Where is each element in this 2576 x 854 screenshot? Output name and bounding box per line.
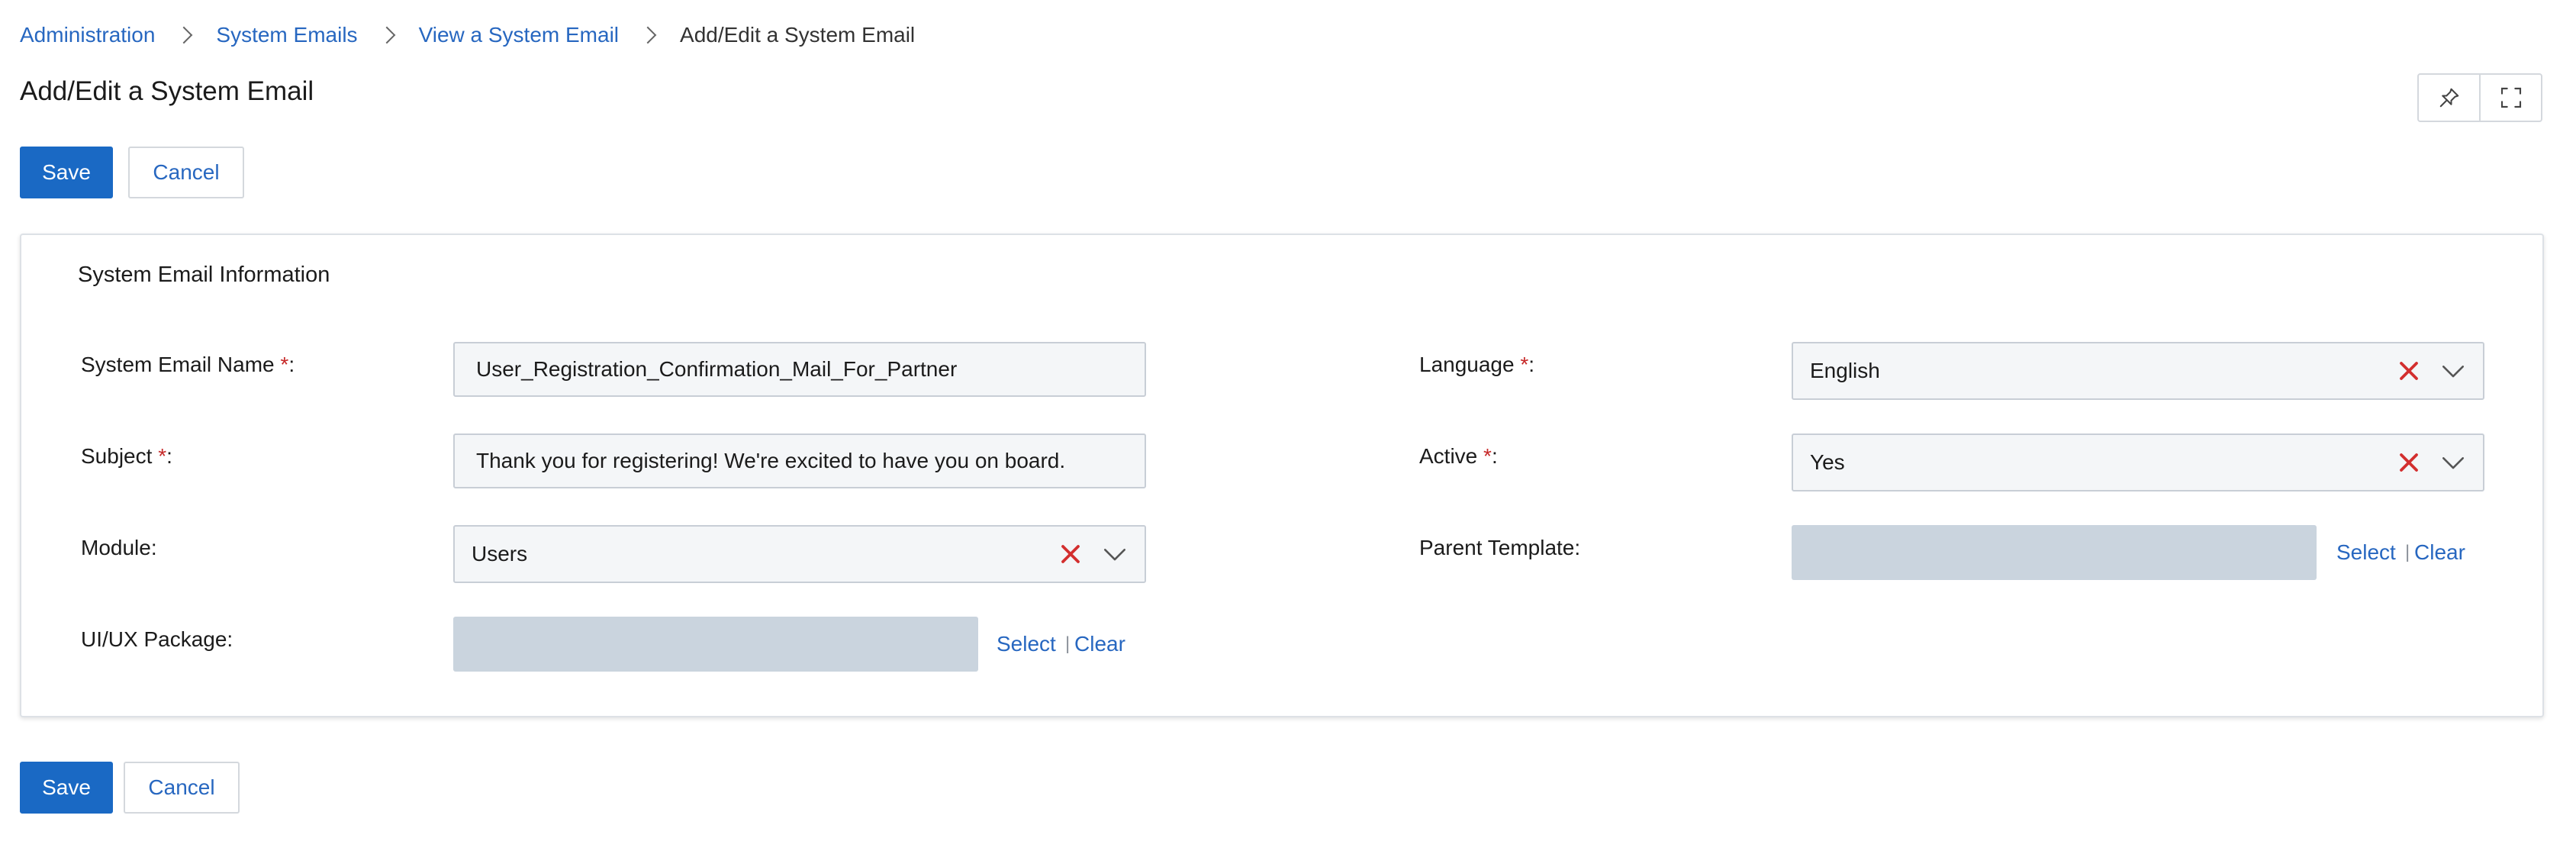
breadcrumb-link-system-emails[interactable]: System Emails (216, 23, 357, 47)
system-email-name-label: System Email Name *: (81, 353, 295, 376)
parent-template-input[interactable] (1792, 525, 2317, 580)
link-separator: | (2405, 542, 2410, 562)
chevron-right-icon (175, 26, 193, 44)
panel-title: System Email Information (78, 263, 330, 287)
fullscreen-icon (2500, 87, 2521, 108)
parent-template-label: Parent Template: (1419, 536, 1581, 559)
breadcrumb-current: Add/Edit a System Email (680, 23, 916, 47)
chevron-right-icon (639, 26, 657, 44)
uiux-select-link[interactable]: Select (997, 632, 1056, 656)
page: Administration System Emails View a Syst… (0, 0, 2576, 854)
subject-label: Subject *: (81, 444, 172, 468)
uiux-clear-link[interactable]: Clear (1074, 632, 1125, 656)
chevron-down-icon[interactable] (2440, 358, 2466, 384)
language-select[interactable]: English (1792, 342, 2484, 400)
parent-template-clear-link[interactable]: Clear (2414, 540, 2465, 565)
active-label: Active *: (1419, 444, 1498, 468)
uiux-package-input[interactable] (453, 617, 978, 672)
required-marker: * (1520, 353, 1529, 376)
required-marker: * (280, 353, 289, 376)
save-button-top[interactable]: Save (20, 147, 113, 198)
required-marker: * (158, 444, 167, 468)
required-marker: * (1483, 444, 1492, 468)
page-title: Add/Edit a System Email (20, 76, 314, 106)
chevron-down-icon[interactable] (2440, 450, 2466, 475)
breadcrumb: Administration System Emails View a Syst… (20, 20, 915, 50)
module-label: Module: (81, 536, 157, 559)
system-email-name-input[interactable]: User_Registration_Confirmation_Mail_For_… (453, 342, 1146, 397)
active-select[interactable]: Yes (1792, 433, 2484, 491)
breadcrumb-link-view-system-email[interactable]: View a System Email (419, 23, 619, 47)
pin-icon (2439, 88, 2458, 108)
module-select[interactable]: Users (453, 525, 1146, 583)
parent-template-select-link[interactable]: Select (2336, 540, 2396, 565)
active-selected-value: Yes (1810, 450, 1845, 474)
breadcrumb-link-administration[interactable]: Administration (20, 23, 155, 47)
chevron-down-icon[interactable] (1102, 541, 1128, 567)
clear-x-icon[interactable] (1059, 543, 1082, 566)
chevron-right-icon (378, 26, 395, 44)
pin-button[interactable] (2419, 75, 2479, 121)
clear-x-icon[interactable] (2397, 359, 2420, 382)
clear-x-icon[interactable] (2397, 451, 2420, 474)
uiux-package-label: UI/UX Package: (81, 627, 233, 651)
module-selected-value: Users (472, 542, 528, 566)
subject-input[interactable]: Thank you for registering! We're excited… (453, 433, 1146, 488)
language-selected-value: English (1810, 359, 1880, 382)
save-button-bottom[interactable]: Save (20, 762, 113, 814)
cancel-button-top[interactable]: Cancel (128, 147, 244, 198)
view-controls (2417, 73, 2542, 122)
system-email-information-panel: System Email Information System Email Na… (20, 234, 2544, 717)
link-separator: | (1065, 633, 1071, 654)
language-label: Language *: (1419, 353, 1535, 376)
cancel-button-bottom[interactable]: Cancel (124, 762, 240, 814)
fullscreen-button[interactable] (2479, 75, 2541, 121)
